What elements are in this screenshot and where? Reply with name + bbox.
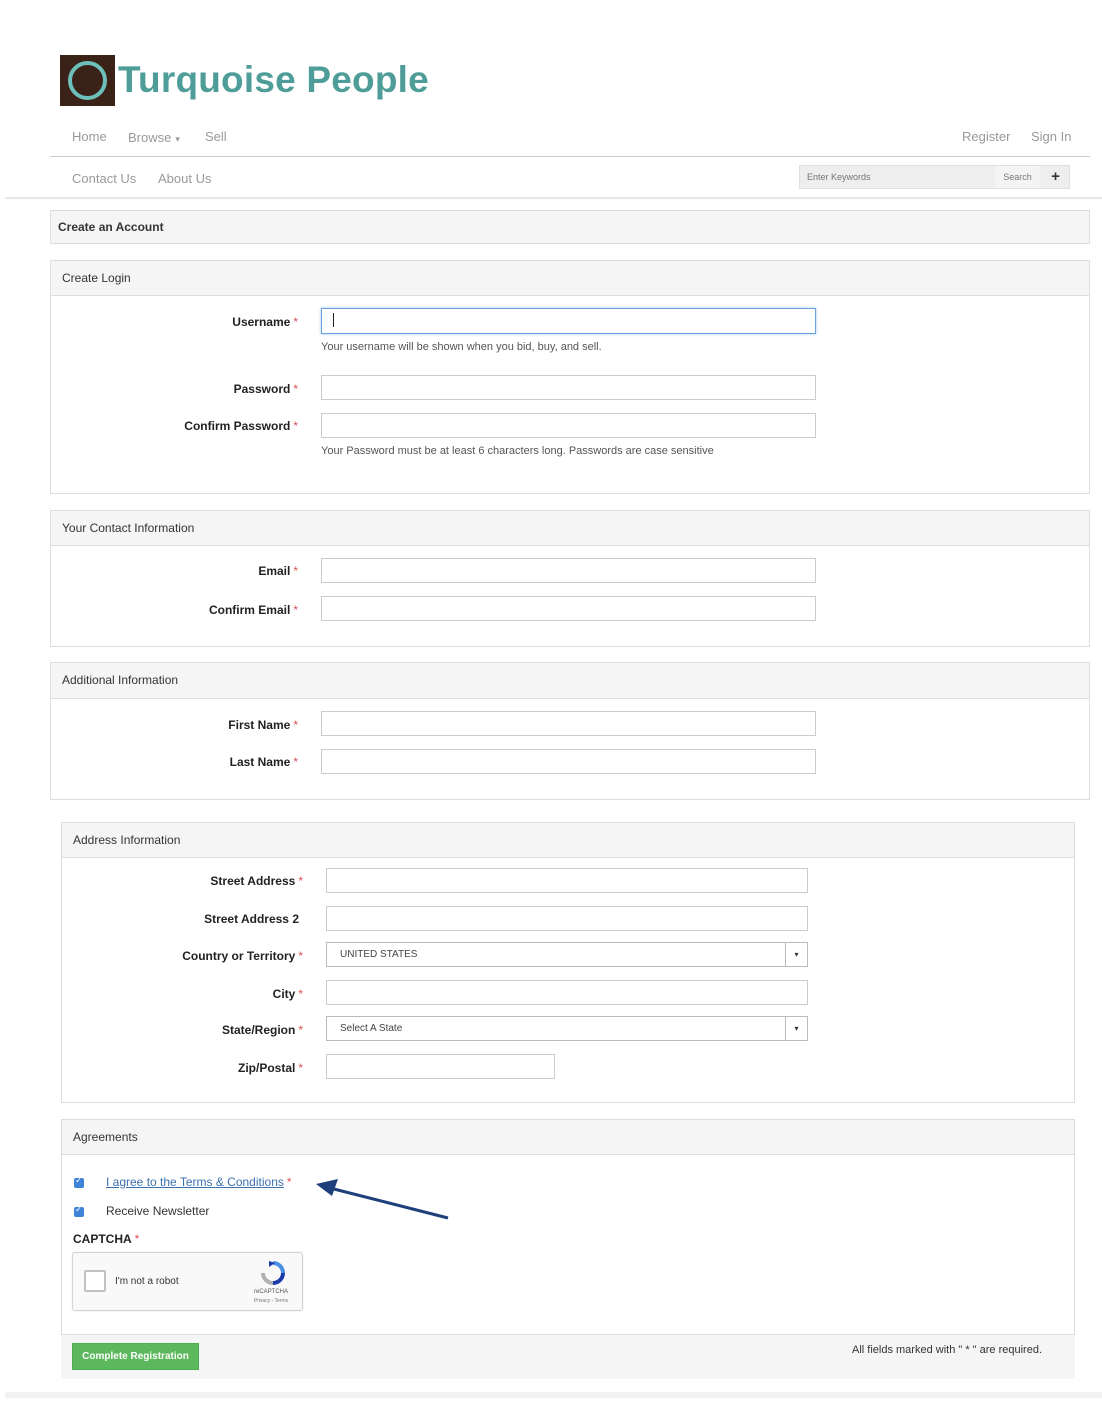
password-help: Your Password must be at least 6 charact…: [321, 445, 714, 457]
street-address-label: Street Address *: [210, 874, 303, 888]
zip-label: Zip/Postal *: [237, 1061, 303, 1075]
confirm-email-input[interactable]: [321, 596, 816, 621]
password-label: Password *: [233, 382, 298, 396]
username-label: Username *: [232, 315, 298, 329]
nav-sign-in[interactable]: Sign In: [1031, 129, 1071, 145]
dropdown-arrow-icon: ▾: [785, 1017, 807, 1040]
newsletter-label: Receive Newsletter: [106, 1204, 210, 1218]
terms-checkbox[interactable]: [74, 1175, 84, 1188]
confirm-email-label: Confirm Email *: [208, 603, 298, 617]
page-title: Create an Account: [50, 210, 1090, 244]
logo-ring-icon: [68, 61, 107, 100]
street-address-2-input[interactable]: [326, 906, 808, 931]
confirm-password-label: Confirm Password *: [184, 419, 298, 433]
recaptcha-widget: I'm not a robot reCAPTCHA Privacy - Term…: [72, 1252, 303, 1311]
panel-heading: Your Contact Information: [51, 511, 1089, 546]
first-name-input[interactable]: [321, 711, 816, 736]
username-help: Your username will be shown when you bid…: [321, 341, 602, 353]
recaptcha-links[interactable]: Privacy - Terms: [245, 1298, 297, 1304]
state-select[interactable]: Select A State ▾: [326, 1016, 808, 1041]
nav-divider: [50, 156, 1090, 157]
brand-name[interactable]: Turquoise People: [118, 56, 429, 104]
nav-contact-us[interactable]: Contact Us: [72, 171, 136, 187]
arrow-annotation-icon: [316, 1179, 449, 1220]
panel-heading: Agreements: [62, 1120, 1074, 1155]
terms-label: I agree to the Terms & Conditions *: [106, 1175, 292, 1189]
panel-heading: Address Information: [62, 823, 1074, 858]
recaptcha-brand: reCAPTCHA: [253, 1289, 288, 1295]
panel-heading: Additional Information: [51, 663, 1089, 699]
search-button[interactable]: Search: [995, 166, 1040, 188]
logo[interactable]: [60, 55, 115, 106]
nav-register[interactable]: Register: [962, 129, 1010, 145]
zip-input[interactable]: [326, 1054, 555, 1079]
plus-icon[interactable]: +: [1042, 166, 1069, 188]
confirm-password-input[interactable]: [321, 413, 816, 438]
complete-registration-button[interactable]: Complete Registration: [72, 1343, 199, 1370]
panel-heading: Create Login: [51, 261, 1089, 296]
terms-link[interactable]: I agree to the Terms & Conditions: [106, 1175, 284, 1189]
email-input[interactable]: [321, 558, 816, 583]
dropdown-arrow-icon: ▾: [785, 943, 807, 966]
country-label: Country or Territory *: [182, 949, 303, 963]
username-input[interactable]: [321, 308, 816, 334]
city-input[interactable]: [326, 980, 808, 1005]
captcha-label: CAPTCHA *: [73, 1232, 140, 1246]
nav-browse-dropdown[interactable]: Browse ▾: [128, 129, 180, 147]
nav-about-us[interactable]: About Us: [158, 171, 211, 187]
recaptcha-text: I'm not a robot: [115, 1276, 179, 1287]
recaptcha-icon: [261, 1261, 285, 1285]
street-address-input[interactable]: [326, 868, 808, 893]
search-bar: Search +: [799, 165, 1070, 189]
search-input[interactable]: [800, 166, 995, 188]
caret-down-icon: ▾: [175, 134, 180, 144]
nav-browse[interactable]: Browse: [128, 130, 171, 145]
last-name-input[interactable]: [321, 749, 816, 774]
nav-home[interactable]: Home: [72, 129, 107, 145]
text-cursor: [333, 313, 334, 327]
first-name-label: First Name *: [228, 718, 298, 732]
nav-sell[interactable]: Sell: [205, 129, 227, 145]
page-bottom-bar: [5, 1392, 1102, 1398]
country-selected-value: UNITED STATES: [340, 949, 418, 960]
header-divider: [5, 197, 1102, 199]
newsletter-checkbox[interactable]: [74, 1204, 84, 1217]
form-footer: [61, 1334, 1075, 1379]
password-input[interactable]: [321, 375, 816, 400]
street-address-2-label: Street Address 2: [204, 912, 299, 926]
city-label: City *: [272, 987, 303, 1001]
required-fields-note: All fields marked with " * " are require…: [852, 1344, 1042, 1356]
state-selected-value: Select A State: [340, 1023, 403, 1034]
last-name-label: Last Name *: [229, 755, 298, 769]
email-label: Email *: [258, 564, 298, 578]
state-label: State/Region *: [221, 1023, 303, 1037]
country-select[interactable]: UNITED STATES ▾: [326, 942, 808, 967]
recaptcha-checkbox[interactable]: [84, 1270, 106, 1292]
